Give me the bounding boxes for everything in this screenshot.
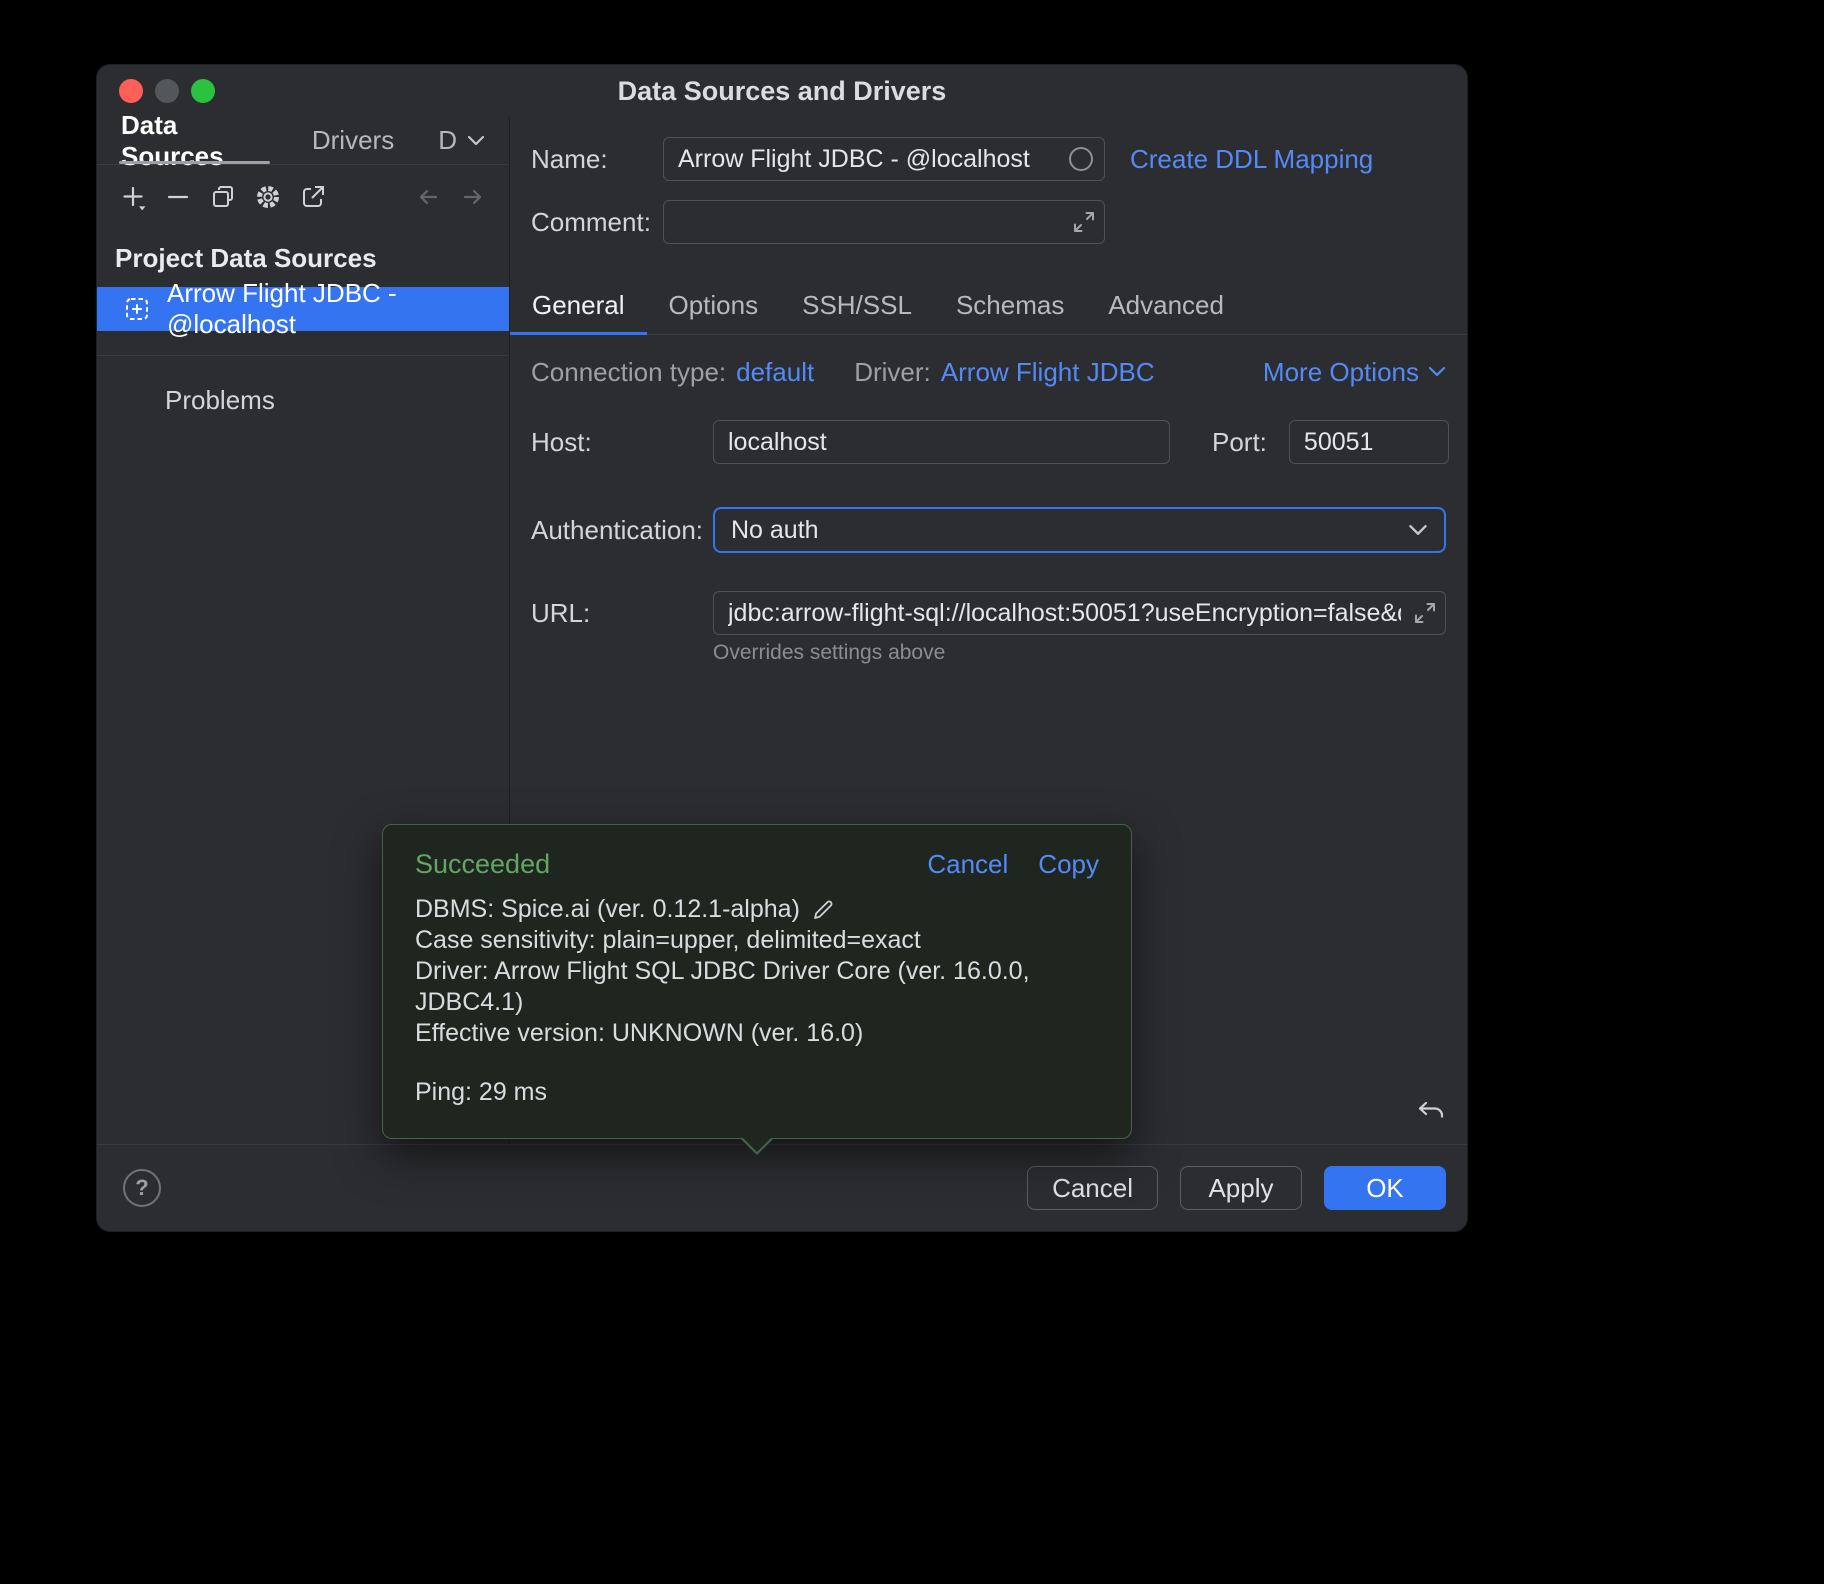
data-sources-dialog: Data Sources and Drivers Data Sources Dr…	[96, 64, 1468, 1232]
url-field	[713, 591, 1446, 635]
port-input[interactable]	[1289, 420, 1449, 464]
close-window-button[interactable]	[119, 79, 143, 103]
more-options-label: More Options	[1263, 357, 1419, 388]
zoom-window-button[interactable]	[191, 79, 215, 103]
duplicate-icon[interactable]	[209, 183, 237, 211]
back-arrow-icon[interactable]	[414, 183, 442, 211]
loading-circle-icon	[1069, 147, 1093, 171]
apply-button[interactable]: Apply	[1180, 1166, 1302, 1210]
expand-icon[interactable]	[1071, 209, 1097, 235]
more-options-link[interactable]: More Options	[1263, 357, 1446, 388]
host-input[interactable]	[713, 420, 1170, 464]
help-icon[interactable]: ?	[123, 1169, 161, 1207]
host-label: Host:	[531, 427, 713, 458]
sidebar-toolbar	[97, 165, 509, 229]
popup-header: Succeeded Cancel Copy	[415, 849, 1099, 880]
tab-data-sources[interactable]: Data Sources	[121, 117, 268, 164]
driver-link[interactable]: Arrow Flight JDBC	[941, 357, 1155, 388]
forward-arrow-icon[interactable]	[459, 183, 487, 211]
datasource-icon	[123, 295, 151, 323]
connection-type-label: Connection type:	[531, 357, 726, 388]
status-succeeded: Succeeded	[415, 849, 550, 880]
name-field	[663, 137, 1105, 181]
driver-label: Driver:	[854, 357, 931, 388]
comment-label: Comment:	[531, 207, 663, 238]
tab-drivers[interactable]: Drivers	[312, 117, 394, 164]
dialog-footer: ? Cancel Apply OK	[97, 1144, 1467, 1231]
tab-options[interactable]: Options	[647, 279, 781, 335]
port-field	[1289, 420, 1449, 464]
tab-general[interactable]: General	[510, 279, 647, 335]
driver-line: Driver: Arrow Flight SQL JDBC Driver Cor…	[415, 956, 1099, 1018]
create-ddl-mapping-link[interactable]: Create DDL Mapping	[1130, 144, 1373, 175]
settings-gear-icon[interactable]	[254, 183, 282, 211]
popup-copy-link[interactable]: Copy	[1038, 849, 1099, 880]
dbms-line: DBMS: Spice.ai (ver. 0.12.1-alpha)	[415, 894, 1099, 925]
tab-schemas[interactable]: Schemas	[934, 279, 1086, 335]
remove-icon[interactable]	[164, 183, 192, 211]
authentication-label: Authentication:	[531, 515, 713, 546]
add-icon[interactable]	[119, 183, 147, 211]
sidebar-divider	[97, 355, 509, 356]
name-input[interactable]	[663, 137, 1105, 181]
form-tab-bar: General Options SSH/SSL Schemas Advanced	[510, 279, 1467, 335]
help-label: ?	[135, 1175, 148, 1201]
tab-data-sources-label: Data Sources	[121, 110, 268, 172]
datasource-list-item[interactable]: Arrow Flight JDBC - @localhost	[97, 287, 509, 331]
export-icon[interactable]	[299, 183, 327, 211]
datasource-item-label: Arrow Flight JDBC - @localhost	[167, 278, 509, 340]
traffic-lights	[119, 79, 215, 103]
titlebar: Data Sources and Drivers	[97, 65, 1467, 117]
screenshot-canvas: Data Sources and Drivers Data Sources Dr…	[0, 0, 1824, 1584]
effective-version-line: Effective version: UNKNOWN (ver. 16.0)	[415, 1018, 1099, 1049]
minimize-window-button[interactable]	[155, 79, 179, 103]
tab-overflow-label: D	[438, 125, 457, 156]
connection-type-link[interactable]: default	[736, 357, 814, 388]
comment-field	[663, 200, 1105, 244]
expand-icon[interactable]	[1412, 600, 1438, 626]
auth-select-value: No auth	[731, 516, 819, 545]
url-input[interactable]	[713, 591, 1446, 635]
port-label: Port:	[1212, 427, 1267, 458]
test-connection-popup: Succeeded Cancel Copy DBMS: Spice.ai (ve…	[382, 824, 1132, 1139]
ok-button[interactable]: OK	[1324, 1166, 1446, 1210]
comment-input[interactable]	[663, 200, 1105, 244]
dbms-line-text: DBMS: Spice.ai (ver. 0.12.1-alpha)	[415, 894, 800, 925]
ping-line: Ping: 29 ms	[415, 1077, 1099, 1108]
tab-ssh-ssl[interactable]: SSH/SSL	[780, 279, 934, 335]
chevron-down-icon	[1428, 366, 1446, 378]
tab-overflow[interactable]: D	[438, 117, 485, 164]
edit-pencil-icon[interactable]	[810, 897, 836, 923]
popup-cancel-link[interactable]: Cancel	[927, 849, 1008, 880]
host-field	[713, 420, 1170, 464]
auth-select[interactable]: No auth	[713, 507, 1446, 553]
tab-advanced[interactable]: Advanced	[1086, 279, 1246, 335]
revert-icon[interactable]	[1416, 1097, 1446, 1127]
name-label: Name:	[531, 144, 663, 175]
chevron-down-icon	[467, 135, 485, 147]
url-hint: Overrides settings above	[713, 641, 1467, 665]
problems-item[interactable]: Problems	[97, 385, 509, 416]
url-label: URL:	[531, 598, 713, 629]
chevron-down-icon	[1408, 524, 1428, 537]
case-sensitivity-line: Case sensitivity: plain=upper, delimited…	[415, 925, 1099, 956]
tab-drivers-label: Drivers	[312, 125, 394, 156]
project-data-sources-header: Project Data Sources	[97, 243, 509, 274]
sidebar-tab-bar: Data Sources Drivers D	[97, 117, 509, 165]
cancel-button[interactable]: Cancel	[1027, 1166, 1158, 1210]
window-title: Data Sources and Drivers	[97, 76, 1467, 107]
